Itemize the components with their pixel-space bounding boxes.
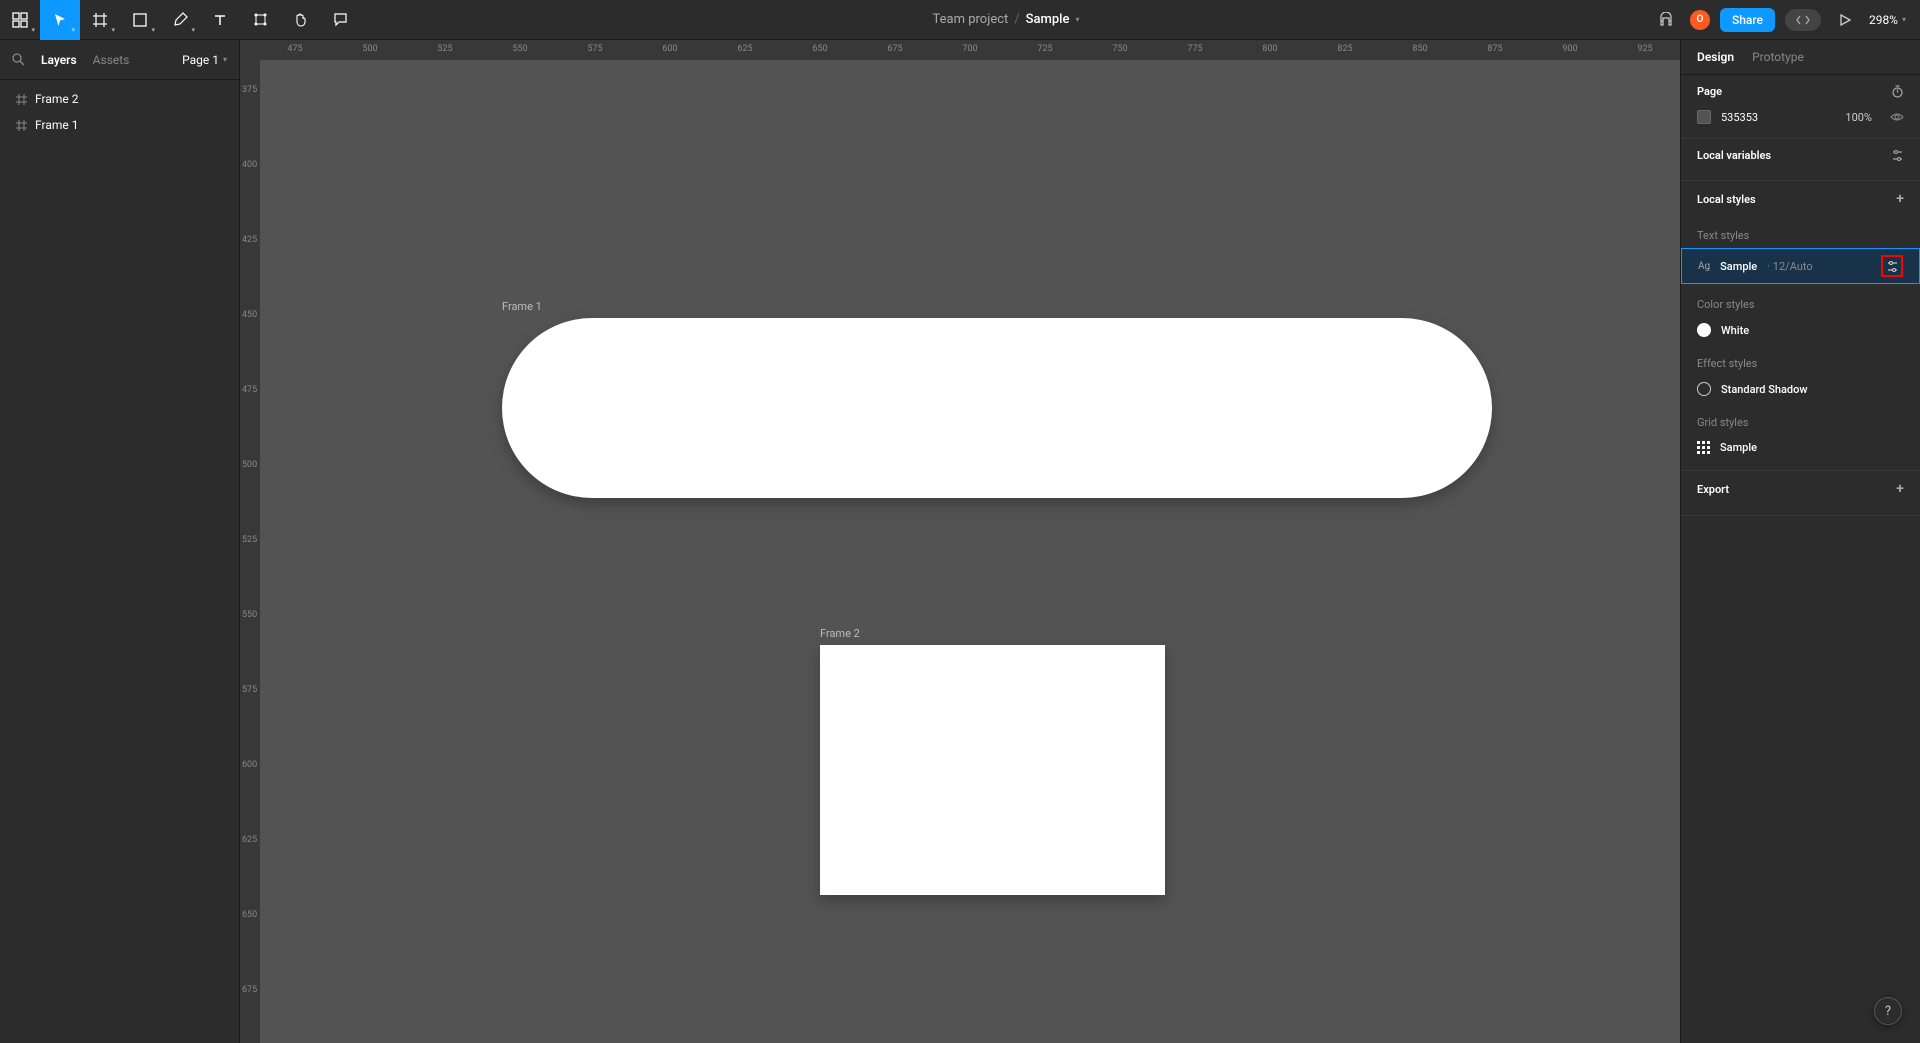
timer-icon[interactable] <box>1891 85 1904 98</box>
tab-assets[interactable]: Assets <box>93 53 130 67</box>
text-styles-title: Text styles <box>1697 229 1904 242</box>
present-button[interactable] <box>1831 6 1859 34</box>
resources-tool-button[interactable] <box>240 0 280 40</box>
effect-style-shadow[interactable]: Standard Shadow <box>1697 376 1904 402</box>
variables-settings-icon[interactable] <box>1891 149 1904 162</box>
edit-style-button[interactable] <box>1881 255 1903 277</box>
layer-label: Frame 2 <box>35 92 78 106</box>
tab-layers[interactable]: Layers <box>41 53 77 67</box>
search-icon[interactable] <box>12 53 25 66</box>
text-style-detail: · 12/Auto <box>1767 260 1812 273</box>
local-variables-title: Local variables <box>1697 149 1771 162</box>
color-styles-title: Color styles <box>1697 298 1904 311</box>
export-title: Export <box>1697 483 1729 496</box>
layer-label: Frame 1 <box>35 118 78 132</box>
zoom-dropdown[interactable]: 298% ▾ <box>1869 13 1906 27</box>
move-tool-button[interactable]: ▾ <box>40 0 80 40</box>
color-style-white[interactable]: White <box>1697 317 1904 343</box>
frame-1-label[interactable]: Frame 1 <box>502 300 542 313</box>
effect-icon <box>1697 382 1711 396</box>
user-avatar[interactable]: O <box>1690 10 1710 30</box>
audio-icon[interactable] <box>1652 6 1680 34</box>
text-style-sample[interactable]: Ag Sample · 12/Auto <box>1681 248 1920 284</box>
help-button[interactable]: ? <box>1874 997 1902 1025</box>
file-name: Sample <box>1026 12 1070 27</box>
visibility-icon[interactable] <box>1890 112 1904 122</box>
grid-style-sample[interactable]: Sample <box>1697 435 1904 460</box>
canvas[interactable]: Frame 1 Frame 2 <box>260 60 1680 1043</box>
tab-design[interactable]: Design <box>1697 50 1734 64</box>
shape-tool-button[interactable]: ▾ <box>120 0 160 40</box>
frame-2[interactable] <box>820 645 1165 895</box>
frame-2-label[interactable]: Frame 2 <box>820 627 860 640</box>
grid-style-name: Sample <box>1720 441 1757 454</box>
text-style-prefix: Ag <box>1698 261 1710 272</box>
main-menu-button[interactable]: ▾ <box>0 0 40 40</box>
grid-styles-title: Grid styles <box>1697 416 1904 429</box>
frame-icon <box>16 94 27 105</box>
ruler-corner <box>240 40 260 60</box>
add-style-button[interactable]: + <box>1896 191 1904 207</box>
page-color-value[interactable]: 535353 <box>1721 111 1758 124</box>
horizontal-ruler: 4755005255505756006256506757007257507758… <box>260 40 1680 60</box>
text-style-name: Sample <box>1720 260 1757 273</box>
color-style-name: White <box>1721 324 1749 337</box>
page-section-title: Page <box>1697 85 1722 98</box>
page-opacity[interactable]: 100% <box>1845 111 1872 124</box>
frame-icon <box>16 120 27 131</box>
tab-prototype[interactable]: Prototype <box>1752 50 1804 64</box>
canvas-area[interactable]: 4755005255505756006256506757007257507758… <box>240 40 1680 1043</box>
team-name: Team project <box>933 12 1009 27</box>
grid-icon <box>1697 441 1710 454</box>
pen-tool-button[interactable]: ▾ <box>160 0 200 40</box>
local-styles-title: Local styles <box>1697 193 1756 206</box>
share-button[interactable]: Share <box>1720 8 1775 32</box>
right-panel: Design Prototype Page 535353 100% Loca <box>1680 40 1920 1043</box>
text-tool-button[interactable] <box>200 0 240 40</box>
add-export-button[interactable]: + <box>1896 481 1904 497</box>
comment-tool-button[interactable] <box>320 0 360 40</box>
layer-item-frame-1[interactable]: Frame 1 <box>0 112 239 138</box>
page-selector[interactable]: Page 1 ▾ <box>182 53 227 67</box>
frame-1[interactable] <box>502 318 1492 498</box>
effect-style-name: Standard Shadow <box>1721 383 1808 396</box>
frame-tool-button[interactable]: ▾ <box>80 0 120 40</box>
left-panel: Layers Assets Page 1 ▾ Frame 2 Frame 1 <box>0 40 240 1043</box>
white-swatch-icon <box>1697 323 1711 337</box>
vertical-ruler: 375400425450475500525550575600625650675 <box>240 60 260 1043</box>
dev-mode-toggle[interactable] <box>1785 9 1821 31</box>
effect-styles-title: Effect styles <box>1697 357 1904 370</box>
top-toolbar: ▾ ▾ ▾ ▾ ▾ Team project <box>0 0 1920 40</box>
hand-tool-button[interactable] <box>280 0 320 40</box>
layer-item-frame-2[interactable]: Frame 2 <box>0 86 239 112</box>
file-title[interactable]: Team project / Sample ▾ <box>360 12 1652 27</box>
page-color-swatch[interactable] <box>1697 110 1711 124</box>
